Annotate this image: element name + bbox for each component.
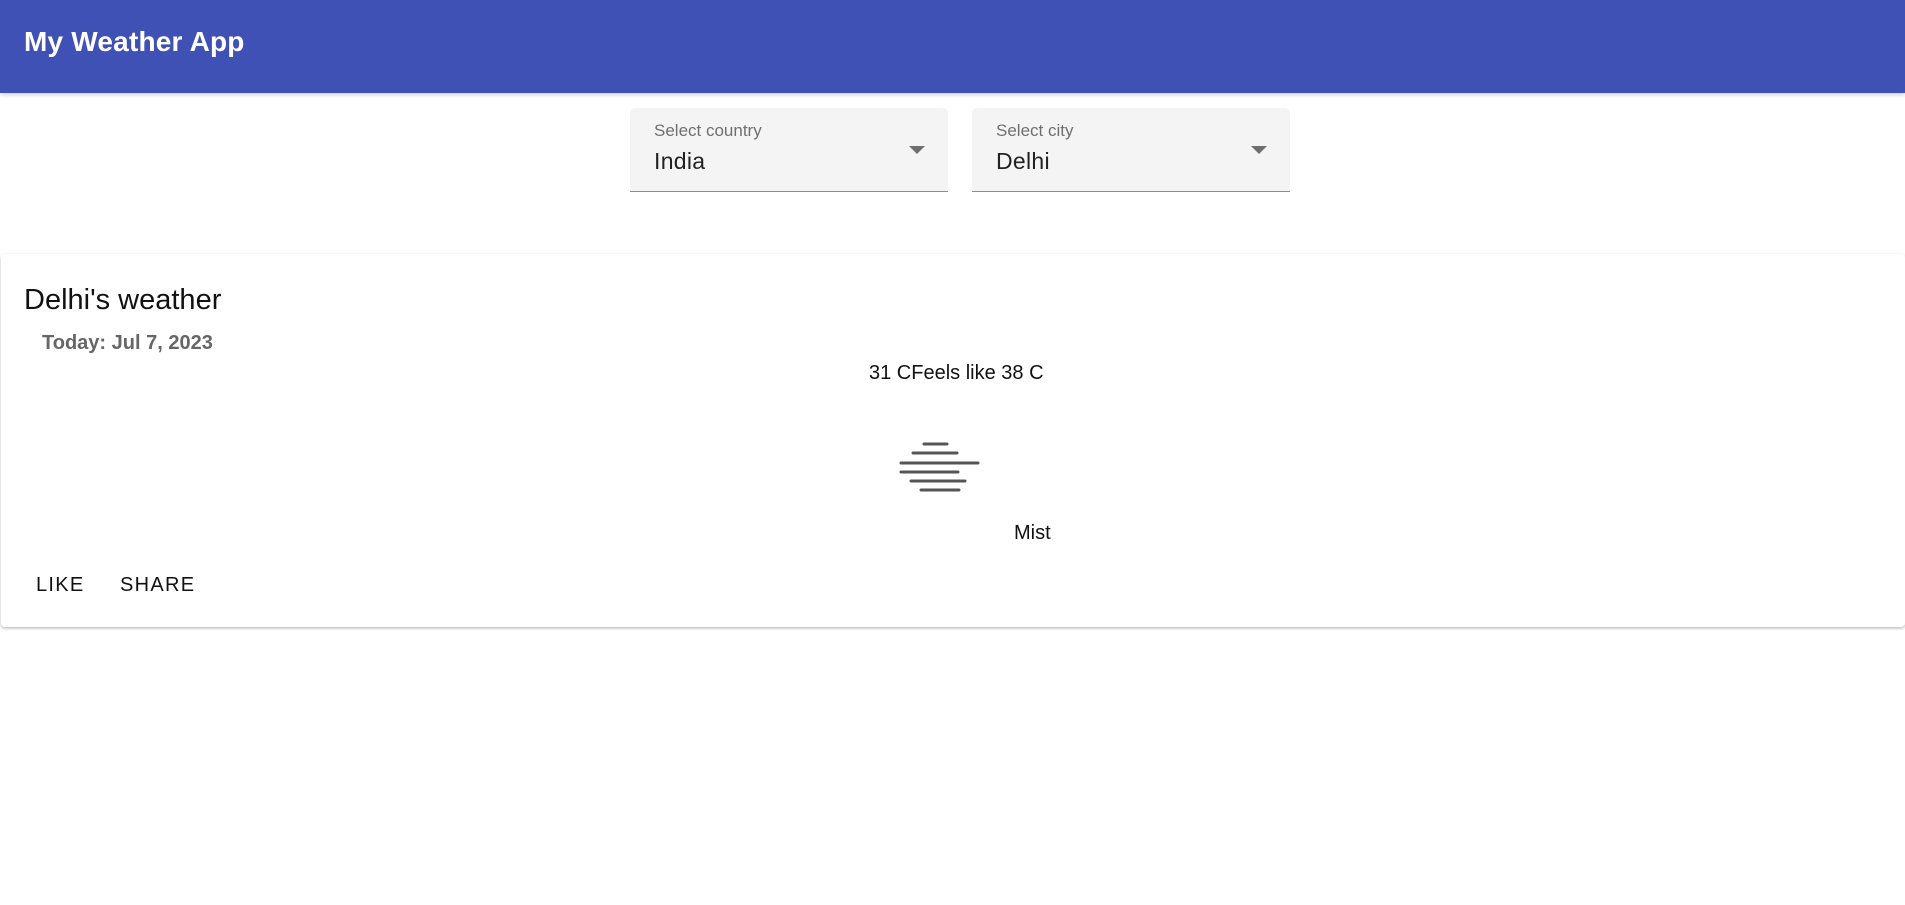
country-select[interactable]: Select country India xyxy=(630,108,948,192)
like-button[interactable]: LIKE xyxy=(36,574,85,597)
weather-title: Delhi's weather xyxy=(24,284,222,316)
city-select-label: Select city xyxy=(996,121,1074,140)
mist-icon xyxy=(899,442,980,492)
city-select[interactable]: Select city Delhi xyxy=(972,108,1290,192)
temperature-text: 31 CFeels like 38 C xyxy=(869,362,1044,384)
city-select-value: Delhi xyxy=(996,148,1050,174)
country-select-label: Select country xyxy=(654,121,762,140)
weather-date: Today: Jul 7, 2023 xyxy=(42,332,213,354)
share-button[interactable]: SHARE xyxy=(120,574,195,597)
chevron-down-icon xyxy=(909,146,925,154)
weather-card: Delhi's weather Today: Jul 7, 2023 31 CF… xyxy=(1,254,1905,627)
app-bar: My Weather App xyxy=(0,0,1905,93)
weather-condition: Mist xyxy=(1014,522,1051,544)
chevron-down-icon xyxy=(1251,146,1267,154)
country-select-value: India xyxy=(654,148,706,174)
app-title: My Weather App xyxy=(24,26,245,57)
